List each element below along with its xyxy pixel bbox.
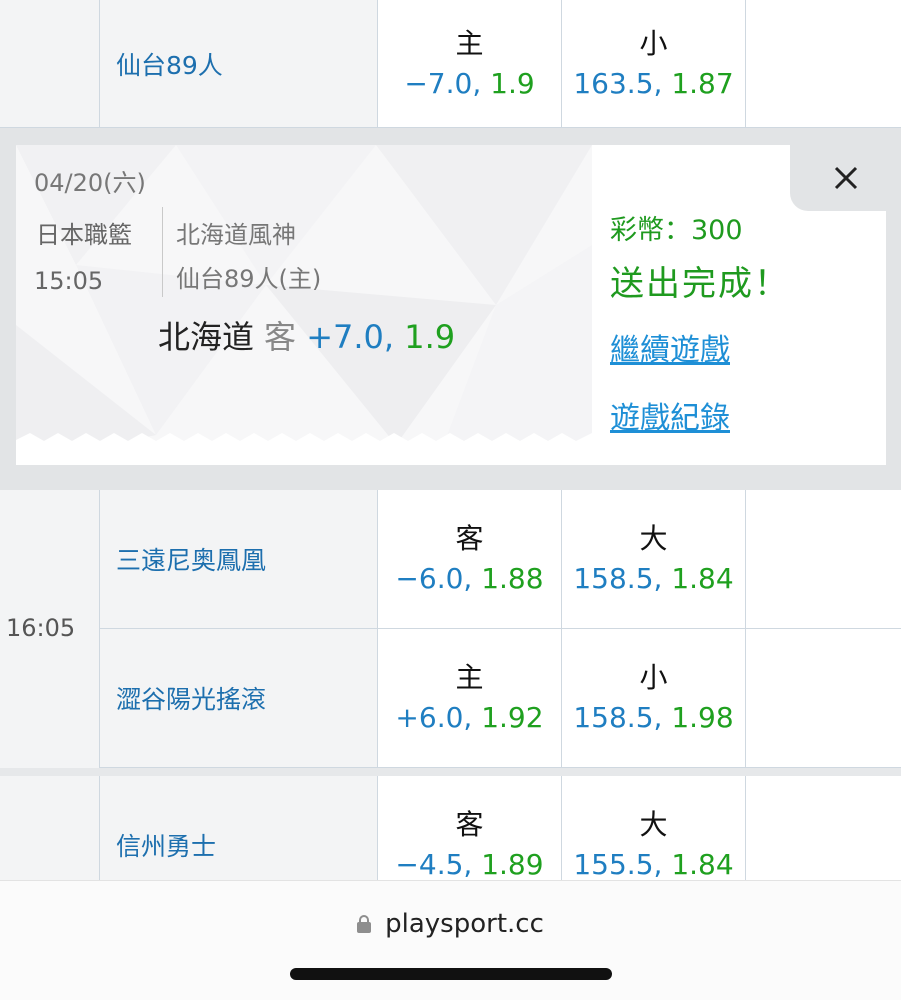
total-line: 155.5, (573, 848, 663, 881)
team-name: 澀谷陽光搖滾 (116, 685, 267, 714)
extra-cell (746, 0, 901, 127)
url-display[interactable]: playsport.cc (0, 909, 901, 939)
ticket-date: 04/20(六) (34, 169, 146, 197)
time-cell (0, 0, 100, 127)
total-line: 163.5, (573, 66, 663, 100)
total-odds: 1.84 (671, 848, 734, 881)
spread-odds: 1.89 (481, 848, 544, 881)
team-cell: 仙台89人 (100, 0, 378, 127)
total-side: 小 (639, 661, 668, 694)
browser-address-bar (0, 880, 901, 1000)
total-bet-cell[interactable]: 大 158.5, 1.84 (562, 490, 746, 628)
total-odds: 1.84 (671, 562, 734, 595)
ticket-divider (162, 207, 163, 297)
spread-odds: 1.92 (481, 701, 544, 734)
spread-line: −7.0, (404, 66, 482, 100)
spread-side: 客 (455, 522, 484, 555)
close-icon (834, 166, 858, 190)
total-side: 小 (639, 26, 668, 60)
match-time: 16:05 (6, 614, 76, 642)
pick-team: 北海道 (158, 318, 255, 356)
spread-line: −4.5, (395, 848, 473, 881)
spread-side: 客 (455, 808, 484, 841)
coins-used: 彩幣：300 (610, 215, 743, 246)
submit-done-message: 送出完成！ (610, 264, 790, 304)
pick-side: 客 (264, 318, 297, 356)
lock-icon (357, 915, 372, 933)
team-name: 三遠尼奥鳳凰 (116, 546, 267, 575)
match-row: 仙台89人 主 −7.0, 1.9 小 163.5, 1.87 (0, 0, 901, 128)
team-name: 仙台89人 (116, 50, 223, 80)
spread-line: −6.0, (395, 562, 473, 595)
spread-odds: 1.9 (490, 66, 535, 100)
spread-bet-cell[interactable]: 主 −7.0, 1.9 (378, 0, 562, 127)
pick-odds: 1.9 (404, 318, 456, 356)
team-cell: 三遠尼奥鳳凰 (100, 490, 378, 628)
pick-line: +7.0, (306, 318, 395, 356)
ticket-time: 15:05 (34, 267, 104, 295)
game-history-link[interactable]: 遊戲紀錄 (610, 393, 730, 437)
match-time-cell: 16:05 (0, 490, 100, 768)
ticket-pick: 北海道客 +7.0, 1.9 (158, 312, 455, 358)
close-button[interactable] (826, 158, 866, 198)
extra-cell (746, 490, 901, 628)
spread-line: +6.0, (395, 701, 473, 734)
match-row: 三遠尼奥鳳凰 客 −6.0, 1.88 大 158.5, 1.84 (0, 490, 901, 629)
continue-game-link[interactable]: 繼續遊戲 (610, 325, 730, 369)
home-indicator[interactable] (290, 968, 612, 980)
match-row: 澀谷陽光搖滾 主 +6.0, 1.92 小 158.5, 1.98 (0, 629, 901, 768)
total-bet-cell[interactable]: 小 158.5, 1.98 (562, 629, 746, 767)
ticket-away-team: 北海道風神 (176, 221, 296, 249)
total-side: 大 (639, 522, 668, 555)
total-line: 158.5, (573, 562, 663, 595)
url-text: playsport.cc (385, 909, 544, 939)
total-side: 大 (639, 808, 668, 841)
ticket-league: 日本職籃 (36, 221, 132, 249)
team-name: 信州勇士 (116, 832, 217, 861)
spread-odds: 1.88 (481, 562, 544, 595)
spread-side: 主 (455, 26, 484, 60)
spread-bet-cell[interactable]: 主 +6.0, 1.92 (378, 629, 562, 767)
extra-cell (746, 629, 901, 767)
team-cell: 澀谷陽光搖滾 (100, 629, 378, 767)
ticket-home-team: 仙台89人(主) (176, 265, 322, 293)
total-odds: 1.98 (671, 701, 734, 734)
total-bet-cell[interactable]: 小 163.5, 1.87 (562, 0, 746, 127)
spread-side: 主 (455, 661, 484, 694)
total-line: 158.5, (573, 701, 663, 734)
total-odds: 1.87 (671, 66, 734, 100)
match-divider (0, 768, 901, 776)
spread-bet-cell[interactable]: 客 −6.0, 1.88 (378, 490, 562, 628)
